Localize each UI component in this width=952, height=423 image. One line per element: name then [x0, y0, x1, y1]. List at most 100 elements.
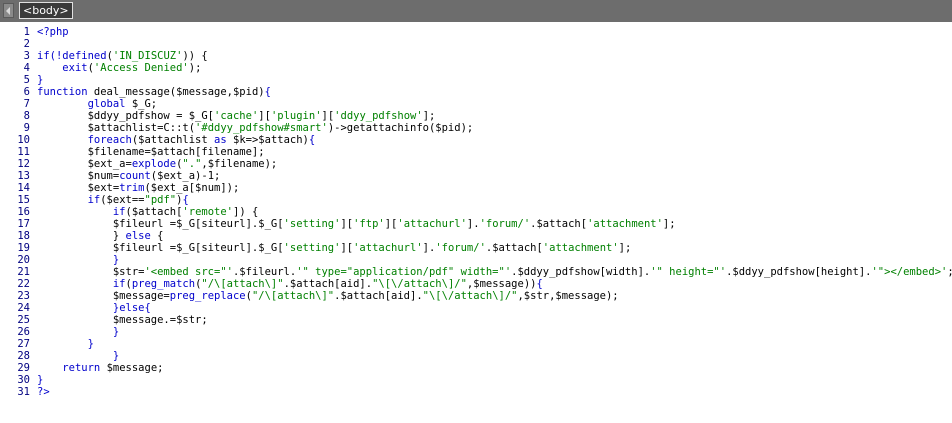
code-token: ?>	[37, 386, 50, 398]
code-token: deal_message($message,$pid)	[93, 86, 265, 98]
code-token: ][	[258, 110, 271, 122]
code-token: 'setting'	[283, 218, 341, 230]
line-number: 14	[17, 182, 30, 194]
line-number: 13	[17, 170, 30, 182]
code-token: .$attach[aid].	[334, 290, 423, 302]
code-text: }	[37, 254, 119, 266]
code-text: $ext_a=explode(".",$filename);	[37, 158, 278, 170]
code-token: .$ddyy_pdfshow[height].	[726, 266, 872, 278]
code-token: trim	[119, 182, 145, 194]
code-token: if	[112, 278, 126, 290]
line-number: 21	[17, 266, 30, 278]
code-token: }	[37, 74, 44, 86]
code-token: $message.=$str;	[37, 314, 208, 326]
code-text: $filename=$attach[filename];	[37, 146, 265, 158]
code-token: ,$filename);	[201, 158, 278, 170]
code-token: 'IN_DISCUZ'	[112, 50, 183, 62]
code-token: '"></embed>'	[871, 266, 948, 278]
code-token: 'Access Denied'	[93, 62, 189, 74]
code-token: else	[125, 230, 151, 242]
code-text: function deal_message($message,$pid){	[37, 86, 271, 98]
code-text: $message=preg_replace("/\[attach\]".$att…	[37, 290, 619, 302]
code-token: }	[37, 374, 44, 386]
code-token: .$attach[	[485, 242, 543, 254]
code-token: "/\[attach\]"	[201, 278, 284, 290]
line-number: 15	[17, 194, 30, 206]
code-text: if($ext=="pdf"){	[37, 194, 189, 206]
code-token: 'attachment'	[587, 218, 663, 230]
code-text: }	[37, 374, 43, 386]
code-token: if	[112, 206, 126, 218]
code-text: $num=count($ext_a)-1;	[37, 170, 221, 182]
code-token: "/\[attach\]"	[251, 290, 335, 302]
line-number: 18	[17, 230, 30, 242]
code-token: {	[150, 230, 164, 242]
line-number: 31	[17, 386, 30, 398]
line-number: 27	[17, 338, 30, 350]
body-tag-button[interactable]: <body>	[19, 2, 73, 19]
code-token: if	[87, 194, 101, 206]
code-token: 'cache'	[214, 110, 259, 122]
code-token: {	[144, 302, 151, 314]
code-text: if(!defined('IN_DISCUZ')) {	[37, 50, 208, 62]
code-text: }	[37, 350, 119, 362]
code-token: 'attachurl'	[353, 242, 423, 254]
code-token: {	[308, 134, 316, 146]
code-text: foreach($attachlist as $k=>$attach){	[37, 134, 316, 146]
code-token: defined	[62, 50, 107, 62]
code-text: $str='<embed src="'.$fileurl.'" type="ap…	[37, 266, 952, 278]
code-token: $k=>$attach)	[226, 134, 309, 146]
code-token: ][	[340, 218, 354, 230]
code-token: "pdf"	[144, 194, 177, 206]
code-token: '" type="application/pdf" width="'	[296, 266, 512, 278]
code-token: 'ddyy_pdfshow'	[334, 110, 423, 122]
code-token: $message;	[106, 362, 164, 374]
line-number: 9	[23, 122, 30, 134]
code-text: }else{	[37, 302, 151, 314]
code-token: $fileurl =$_G[siteurl].$_G[	[37, 242, 284, 254]
code-token: function	[37, 86, 94, 98]
code-token: }	[37, 302, 120, 314]
code-token: "\[\/attach\]/"	[372, 278, 467, 290]
code-token: }	[37, 326, 120, 338]
code-text: }	[37, 74, 43, 86]
code-token: ($ext_a)-1;	[150, 170, 221, 182]
code-token: $_G;	[131, 98, 158, 110]
code-token: {	[182, 194, 189, 206]
line-number: 7	[23, 98, 30, 110]
line-number: 5	[23, 74, 30, 86]
code-token: 'plugin'	[270, 110, 322, 122]
line-number: 22	[17, 278, 30, 290]
code-token: ($attach[	[125, 206, 183, 218]
code-token: 'attachurl'	[397, 218, 467, 230]
code-token: 'setting'	[283, 242, 341, 254]
line-number: 1	[23, 26, 30, 38]
code-text: } else {	[37, 230, 164, 242]
line-number: 26	[17, 326, 30, 338]
code-token: $ddyy_pdfshow = $_G[	[37, 110, 215, 122]
code-token: ($ext_a[$num]);	[144, 182, 240, 194]
code-token: ][	[340, 242, 354, 254]
code-token: )->getattachinfo($pid);	[327, 122, 474, 134]
line-number: 16	[17, 206, 30, 218]
line-number: 3	[23, 50, 30, 62]
line-number: 30	[17, 374, 30, 386]
code-token: ,$str,$message);	[517, 290, 619, 302]
code-token: }	[37, 230, 126, 242]
collapse-arrow-icon[interactable]	[3, 3, 14, 18]
code-token: }	[37, 338, 94, 350]
code-token: {	[264, 86, 271, 98]
code-token: .$attach[	[530, 218, 588, 230]
line-number: 24	[17, 302, 30, 314]
line-number: 19	[17, 242, 30, 254]
code-text: $message.=$str;	[37, 314, 208, 326]
line-number: 4	[23, 62, 30, 74]
code-token: ];	[662, 218, 676, 230]
code-token: .$ddyy_pdfshow[width].	[511, 266, 651, 278]
code-text: return $message;	[37, 362, 163, 374]
code-token: $ext=	[37, 182, 120, 194]
code-token: $num=	[37, 170, 120, 182]
code-editor[interactable]: 1 <?php 2 3 if(!defined('IN_DISCUZ')) {4 exi…	[0, 26, 952, 423]
